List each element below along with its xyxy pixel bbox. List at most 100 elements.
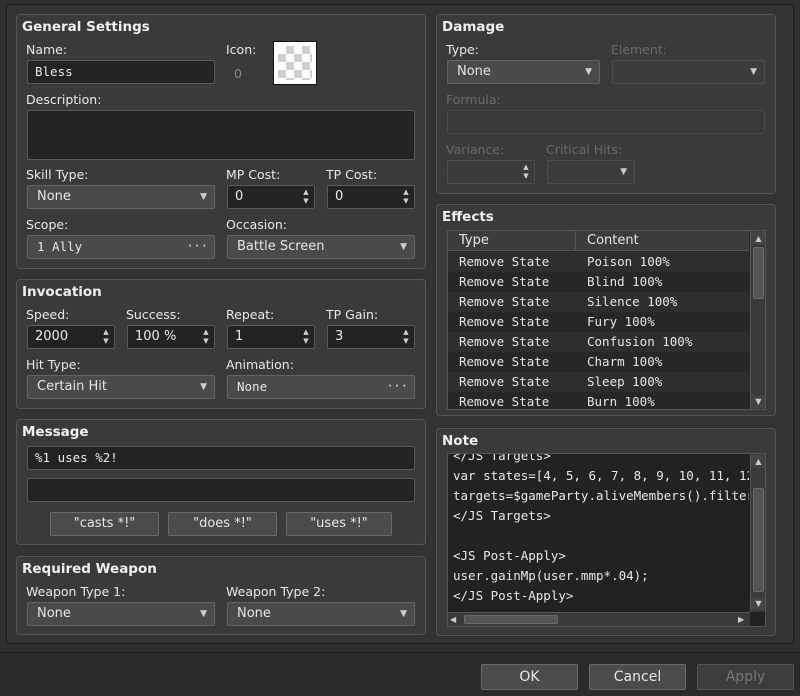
col-content-header[interactable]: Content	[587, 233, 639, 248]
skill-type-label: Skill Type:	[26, 167, 89, 182]
col-type-header[interactable]: Type	[459, 233, 489, 248]
spin-arrows-icon[interactable]: ▲ ▼	[101, 328, 111, 346]
message-line2-input[interactable]	[27, 478, 415, 502]
effect-type: Remove State	[459, 294, 550, 309]
chevron-down-icon: ▼	[400, 609, 407, 619]
icon-label: Icon:	[226, 42, 257, 57]
ellipsis-icon: ···	[386, 379, 408, 393]
icon-index: 0	[234, 66, 242, 81]
tp-cost-spinner[interactable]: 0 ▲ ▼	[327, 185, 415, 209]
required-weapon-title: Required Weapon	[22, 561, 157, 577]
effect-row[interactable]: Remove State Silence 100%	[448, 292, 749, 312]
spin-arrows-icon[interactable]: ▲ ▼	[201, 328, 211, 346]
weapon-type2-select[interactable]: None ▼	[227, 602, 415, 626]
scroll-left-icon[interactable]: ◀	[450, 613, 456, 626]
description-label: Description:	[26, 92, 102, 107]
hit-type-select[interactable]: Certain Hit ▼	[27, 375, 215, 399]
hit-type-value: Certain Hit	[37, 379, 107, 394]
success-spinner[interactable]: 100 % ▲ ▼	[127, 325, 215, 349]
weapon-type1-value: None	[37, 606, 71, 621]
note-line: var states=[4, 5, 6, 7, 8, 9, 10, 11, 12…	[453, 468, 749, 483]
effect-row[interactable]: Remove State Blind 100%	[448, 272, 749, 292]
scroll-down-icon[interactable]: ▼	[751, 597, 765, 610]
scroll-down-icon[interactable]: ▼	[751, 395, 765, 408]
formula-input[interactable]	[447, 110, 765, 134]
ok-button[interactable]: OK	[481, 664, 578, 690]
chevron-down-icon: ▼	[750, 67, 757, 77]
scroll-right-icon[interactable]: ▶	[738, 613, 744, 626]
scroll-up-icon[interactable]: ▲	[751, 232, 765, 245]
scope-select[interactable]: 1 Ally ···	[27, 235, 215, 259]
apply-button[interactable]: Apply	[697, 664, 794, 690]
scroll-up-icon[interactable]: ▲	[751, 455, 765, 468]
effects-scrollbar[interactable]: ▲ ▼	[750, 231, 765, 409]
effects-rows: Remove State Poison 100% Remove State Blind…	[448, 252, 749, 409]
effect-row[interactable]: Remove State Charm 100%	[448, 352, 749, 372]
effect-type: Remove State	[459, 314, 550, 329]
tp-gain-spinner[interactable]: 3 ▲ ▼	[327, 325, 415, 349]
note-line	[453, 526, 749, 546]
cancel-button[interactable]: Cancel	[589, 664, 686, 690]
tp-gain-label: TP Gain:	[326, 307, 379, 322]
weapon-type2-label: Weapon Type 2:	[226, 584, 326, 599]
weapon-type1-label: Weapon Type 1:	[26, 584, 126, 599]
mp-cost-spinner[interactable]: 0 ▲ ▼	[227, 185, 315, 209]
name-input[interactable]: Bless	[27, 60, 215, 84]
effect-type: Remove State	[459, 374, 550, 389]
tp-cost-value: 0	[335, 189, 344, 204]
skill-type-select[interactable]: None ▼	[27, 185, 215, 209]
effect-row[interactable]: Remove State Burn 100%	[448, 392, 749, 409]
effect-type: Remove State	[459, 334, 550, 349]
description-textarea[interactable]	[27, 110, 415, 160]
effect-content: Fury 100%	[587, 314, 655, 329]
note-hscrollbar[interactable]: ◀ ▶	[448, 612, 750, 626]
spin-arrows-icon[interactable]: ▲ ▼	[301, 188, 311, 206]
message-line1-input[interactable]: %1 uses %2!	[27, 446, 415, 470]
note-vscrollbar[interactable]: ▲ ▼	[750, 454, 765, 612]
spin-arrows-icon[interactable]: ▲ ▼	[401, 188, 411, 206]
note-textarea[interactable]: </JS Targets> var states=[4, 5, 6, 7, 8, …	[447, 453, 766, 627]
does-button[interactable]: "does *!"	[168, 512, 277, 536]
skill-type-value: None	[37, 189, 71, 204]
speed-label: Speed:	[26, 307, 70, 322]
animation-value: None	[237, 379, 268, 394]
repeat-spinner[interactable]: 1 ▲ ▼	[227, 325, 315, 349]
weapon-type1-select[interactable]: None ▼	[27, 602, 215, 626]
effect-content: Silence 100%	[587, 294, 678, 309]
spin-arrows-icon[interactable]: ▲ ▼	[301, 328, 311, 346]
spin-arrows-icon[interactable]: ▲ ▼	[401, 328, 411, 346]
effect-row[interactable]: Remove State Fury 100%	[448, 312, 749, 332]
critical-hits-label: Critical Hits:	[546, 142, 623, 157]
effects-header: Type Content	[448, 231, 749, 251]
hscroll-thumb[interactable]	[464, 615, 558, 624]
icon-picker[interactable]	[273, 41, 317, 85]
effect-content: Charm 100%	[587, 354, 663, 369]
damage-type-select[interactable]: None ▼	[447, 60, 600, 84]
speed-spinner[interactable]: 2000 ▲ ▼	[27, 325, 115, 349]
effects-list[interactable]: Type Content Remove State Poison 100% Remo…	[447, 230, 766, 410]
mp-cost-value: 0	[235, 189, 244, 204]
effect-content: Blind 100%	[587, 274, 663, 289]
occasion-select[interactable]: Battle Screen ▼	[227, 235, 415, 259]
weapon-type2-value: None	[237, 606, 271, 621]
effect-row[interactable]: Remove State Sleep 100%	[448, 372, 749, 392]
chevron-down-icon: ▼	[620, 167, 627, 177]
damage-type-label: Type:	[446, 42, 479, 57]
note-line: <JS Post-Apply>	[453, 548, 566, 563]
formula-label: Formula:	[446, 92, 501, 107]
effect-row[interactable]: Remove State Confusion 100%	[448, 332, 749, 352]
scope-label: Scope:	[26, 217, 69, 232]
effect-row[interactable]: Remove State Poison 100%	[448, 252, 749, 272]
animation-select[interactable]: None ···	[227, 375, 415, 399]
variance-spinner[interactable]: ▲ ▼	[447, 160, 535, 184]
repeat-label: Repeat:	[226, 307, 275, 322]
scroll-thumb[interactable]	[753, 247, 764, 299]
casts-button[interactable]: "casts *!"	[50, 512, 159, 536]
hit-type-label: Hit Type:	[26, 357, 81, 372]
scroll-thumb[interactable]	[753, 488, 764, 592]
spin-arrows-icon[interactable]: ▲ ▼	[521, 163, 531, 181]
uses-button[interactable]: "uses *!"	[286, 512, 392, 536]
critical-hits-select[interactable]: ▼	[547, 160, 635, 184]
element-select[interactable]: ▼	[612, 60, 765, 84]
variance-label: Variance:	[446, 142, 505, 157]
